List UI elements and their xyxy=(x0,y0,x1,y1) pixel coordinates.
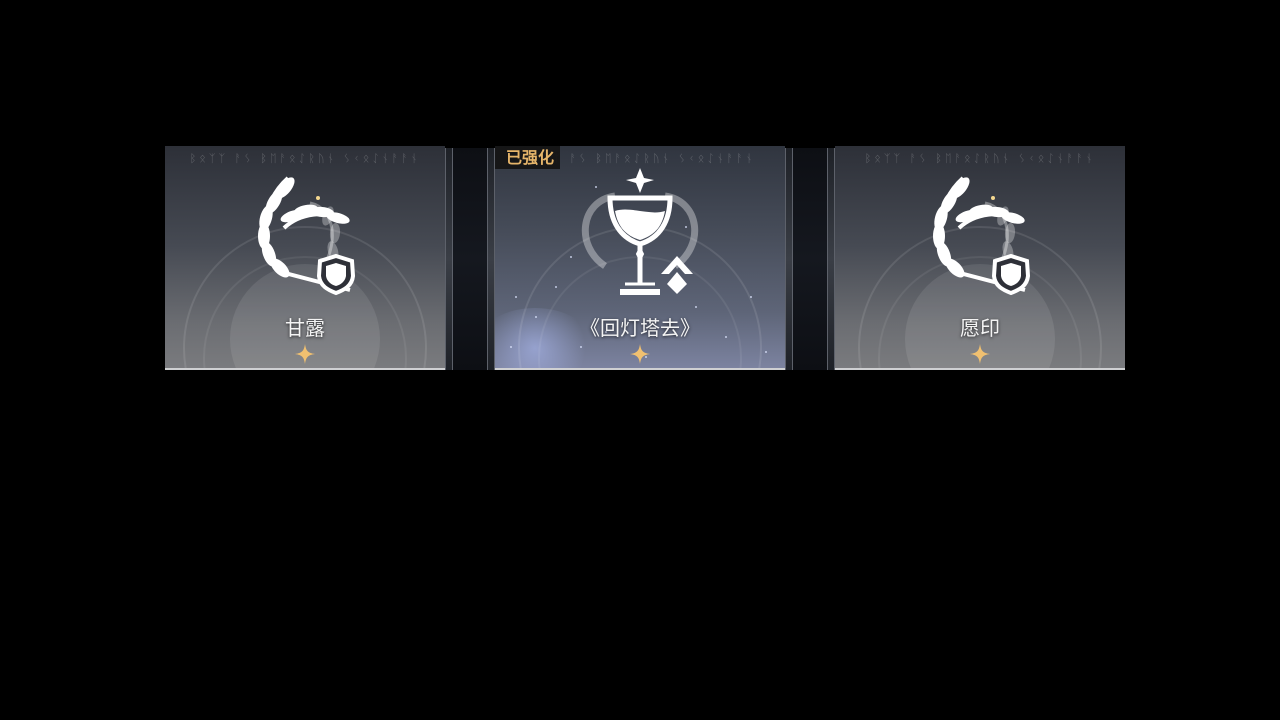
card-title: 甘露 xyxy=(285,316,325,340)
star-rank-icon xyxy=(295,344,315,364)
card-title: 《回灯塔去》 xyxy=(580,316,700,340)
card-rune-text: ᛒᛟᛉᛉ ᚨᛊ ᛒᛖᚨᛟᛇᚱᚢᚾ ᛊᚲᛟᛇᚾᚨᚨᚾ xyxy=(864,152,1096,165)
card-divider xyxy=(487,148,495,370)
card-title: 愿印 xyxy=(960,316,1000,340)
blessing-card-1[interactable]: ᛒᛟᛉᛉ ᚨᛊ ᛒᛖᚨᛟᛇᚱᚢᚾ ᛊᚲᛟᛇᚾᚨᚨᚾ 甘露 xyxy=(165,146,445,370)
blessing-card-2[interactable]: ᛒᛟᛉᛉ ᚨᛊ ᛒᛖᚨᛟᛇᚱᚢᚾ ᛊᚲᛟᛇᚾᚨᚨᚾ 《回灯塔去》 xyxy=(495,146,785,370)
laurel-shield-icon xyxy=(933,176,1031,296)
star-rank-icon xyxy=(630,344,650,364)
blessing-card-3[interactable]: ᛒᛟᛉᛉ ᚨᛊ ᛒᛖᚨᛟᛇᚱᚢᚾ ᛊᚲᛟᛇᚾᚨᚨᚾ 愿印 xyxy=(835,146,1125,370)
card-rune-text: ᛒᛟᛉᛉ ᚨᛊ ᛒᛖᚨᛟᛇᚱᚢᚾ ᛊᚲᛟᛇᚾᚨᚨᚾ xyxy=(189,152,421,165)
chalice-upgrade-icon xyxy=(581,168,699,295)
card-divider xyxy=(785,148,793,370)
card-divider xyxy=(445,148,453,370)
laurel-shield-icon xyxy=(258,176,356,296)
star-rank-icon xyxy=(970,344,990,364)
card-divider xyxy=(827,148,835,370)
enhanced-badge: 已强化 xyxy=(495,146,561,169)
